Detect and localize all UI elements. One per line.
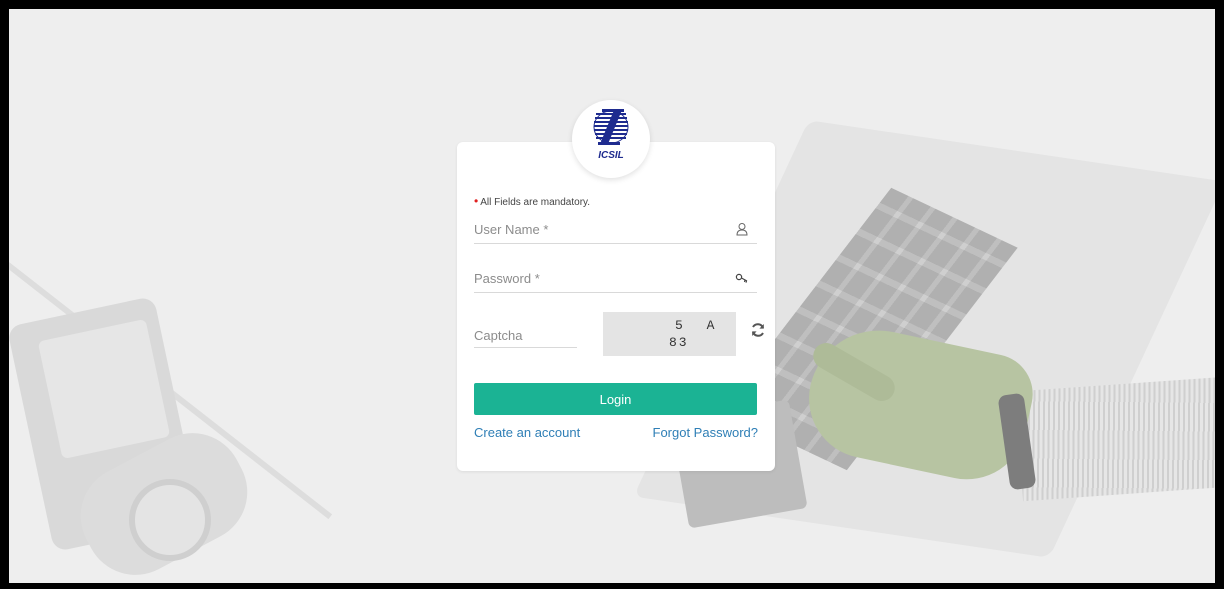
background-sleeve — [1015, 376, 1215, 502]
captcha-text-line1: 5 A — [675, 318, 723, 333]
mandatory-note: • All Fields are mandatory. — [474, 194, 590, 208]
user-icon — [736, 223, 748, 236]
password-input[interactable] — [474, 271, 714, 286]
logo-text: ICSIL — [598, 150, 624, 161]
username-field — [474, 213, 757, 244]
login-page: ICSIL •All Fields are mandatory. 5 A 83 — [9, 9, 1215, 583]
mandatory-note-text: All Fields are mandatory. — [480, 197, 591, 208]
captcha-input[interactable] — [474, 328, 574, 343]
logo-emblem-icon — [593, 109, 629, 145]
login-card: •All Fields are mandatory. 5 A 83 — [457, 142, 775, 471]
key-icon — [735, 273, 748, 283]
refresh-icon[interactable] — [750, 322, 766, 338]
required-dot: • — [474, 194, 479, 208]
captcha-image: 5 A 83 — [603, 312, 736, 356]
background-remote-dial — [129, 479, 211, 561]
create-account-link[interactable]: Create an account — [474, 425, 580, 440]
captcha-field — [474, 317, 577, 348]
password-field — [474, 262, 757, 293]
forgot-password-link[interactable]: Forgot Password? — [653, 425, 759, 440]
company-logo: ICSIL — [572, 100, 650, 178]
captcha-text-line2: 83 — [669, 335, 689, 350]
username-input[interactable] — [474, 222, 714, 237]
login-button[interactable]: Login — [474, 383, 757, 415]
